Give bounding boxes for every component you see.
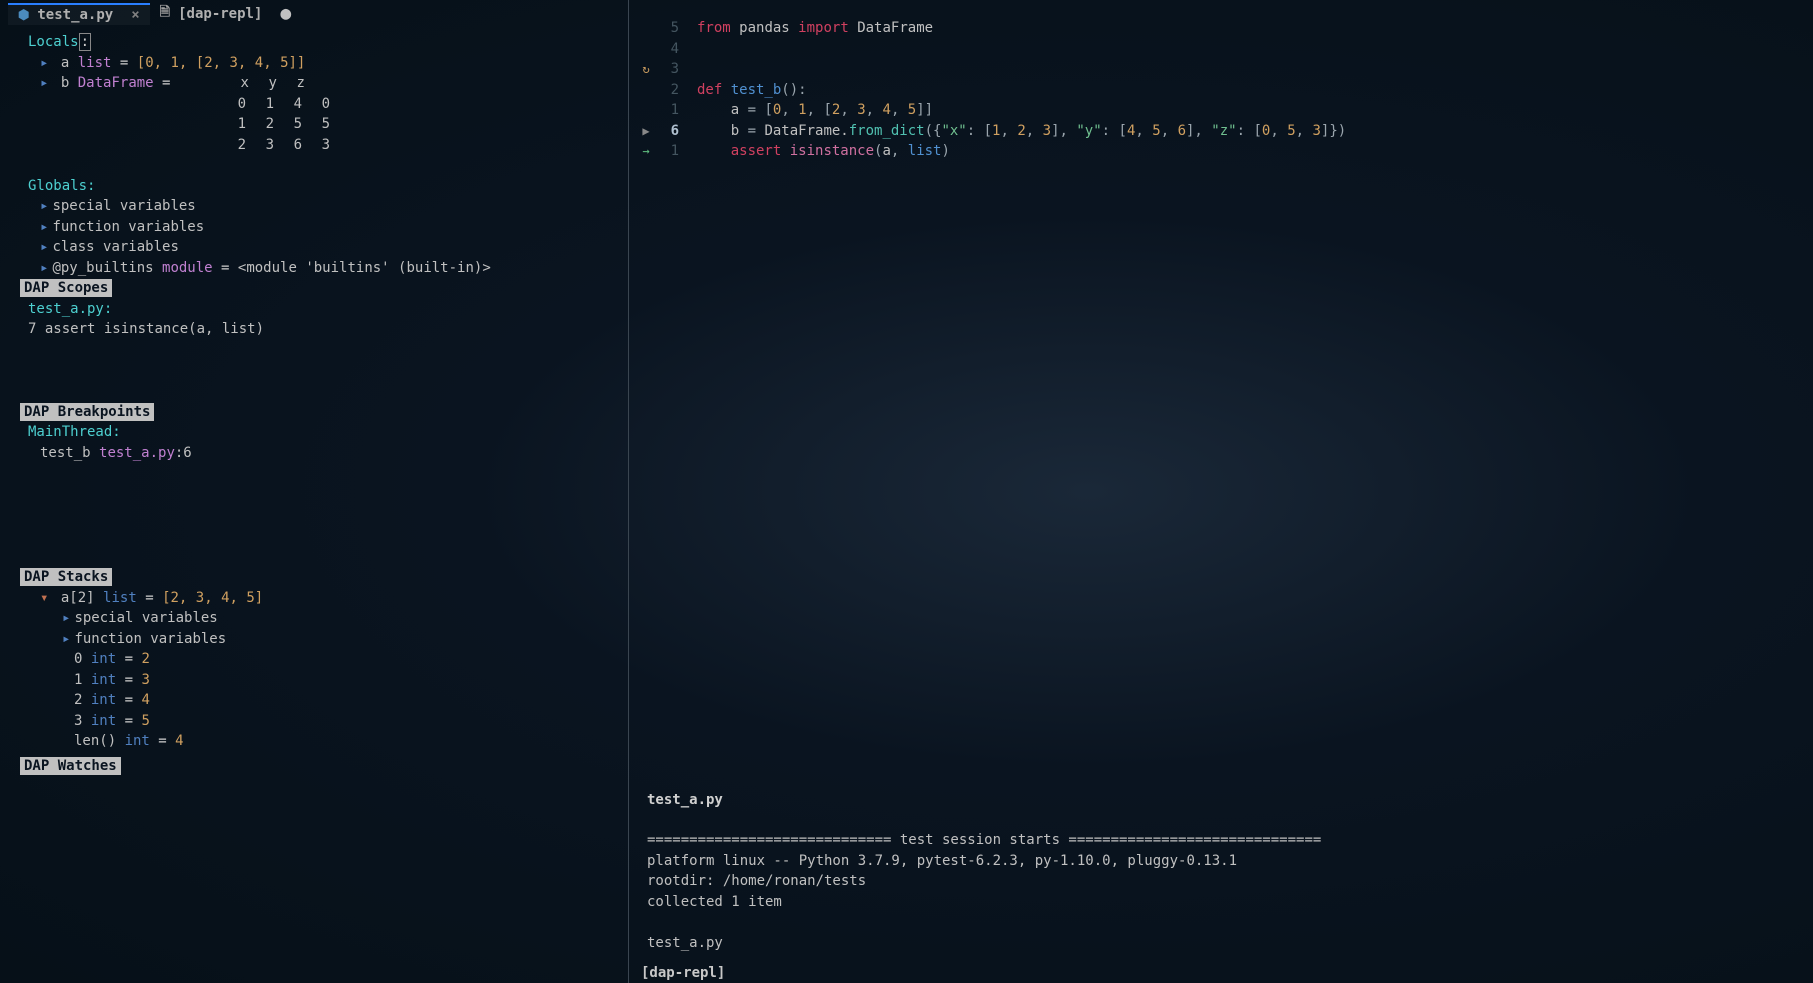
- code-editor[interactable]: 5 from pandas import DataFrame 4↻32 def tes…: [629, 0, 1813, 780]
- locals-header: Locals:: [28, 32, 620, 53]
- stack-child[interactable]: ▸function variables: [28, 629, 620, 650]
- dataframe-row: 0140: [28, 94, 620, 115]
- code-line[interactable]: 5 from pandas import DataFrame: [635, 18, 1813, 39]
- dataframe-preview: xyz: [193, 73, 305, 94]
- tab-dap-repl[interactable]: 🗎 [dap-repl] ●: [150, 1, 302, 27]
- chevron-right-icon: ▸: [62, 631, 70, 647]
- dap-stacks-header: DAP Stacks: [20, 567, 620, 588]
- dataframe-row: 1255: [28, 114, 620, 135]
- file-icon: 🗎: [160, 3, 170, 25]
- line-number: 3: [657, 59, 679, 80]
- globals-header: Globals:: [28, 176, 620, 197]
- stack-child[interactable]: len() int = 4: [28, 731, 620, 752]
- code-line[interactable]: ↻3: [635, 59, 1813, 80]
- code-line[interactable]: 4: [635, 39, 1813, 60]
- editor-panel: 5 from pandas import DataFrame 4↻32 def tes…: [628, 0, 1813, 983]
- next-line-icon: →: [635, 141, 657, 162]
- line-number: 1: [657, 141, 679, 162]
- chevron-right-icon: ▸: [40, 260, 48, 276]
- terminal-line: collected 1 item: [647, 892, 1795, 913]
- stack-var-a2[interactable]: ▾ a[2] list = [2, 3, 4, 5]: [28, 588, 620, 609]
- dap-watches-header: DAP Watches: [20, 756, 620, 777]
- terminal-line: ============================= test sessi…: [647, 830, 1795, 851]
- chevron-right-icon: ▸: [40, 75, 48, 91]
- chevron-down-icon: ▾: [40, 590, 48, 606]
- stack-child[interactable]: 0 int = 2: [28, 649, 620, 670]
- dataframe-row: 2363: [28, 135, 620, 156]
- dap-breakpoints-header: DAP Breakpoints: [20, 402, 620, 423]
- code-text: from pandas import DataFrame: [697, 18, 933, 39]
- code-text: assert isinstance(a, list): [697, 141, 950, 162]
- chevron-right-icon: ▸: [40, 239, 48, 255]
- line-number: 4: [657, 39, 679, 60]
- globals-item[interactable]: ▸special variables: [28, 196, 620, 217]
- chevron-right-icon: ▸: [62, 610, 70, 626]
- modified-indicator-icon: ●: [280, 9, 291, 19]
- scopes-file: test_a.py:: [28, 299, 620, 320]
- breakpoint-current-icon: ▶: [635, 121, 657, 142]
- terminal-line: test_a.py: [647, 933, 1795, 954]
- code-text: a = [0, 1, [2, 3, 4, 5]]: [697, 100, 933, 121]
- line-number: 2: [657, 80, 679, 101]
- globals-item[interactable]: ▸@py_builtins module = <module 'builtins…: [28, 258, 620, 279]
- code-line[interactable]: 2 def test_b():: [635, 80, 1813, 101]
- debug-scopes-content[interactable]: Locals: ▸ a list = [0, 1, [2, 3, 4, 5]] …: [0, 28, 628, 780]
- stack-child[interactable]: 3 int = 5: [28, 711, 620, 732]
- close-icon[interactable]: ×: [131, 7, 139, 23]
- code-text: def test_b():: [697, 80, 807, 101]
- scopes-line: 7 assert isinstance(a, list): [28, 319, 620, 340]
- terminal-line: platform linux -- Python 3.7.9, pytest-6…: [647, 851, 1795, 872]
- breakpoint-entry[interactable]: test_b test_a.py:6: [28, 443, 620, 464]
- line-number: 6: [657, 121, 679, 142]
- cycle-icon: ↻: [635, 59, 657, 80]
- dap-scopes-header: DAP Scopes: [20, 278, 620, 299]
- chevron-right-icon: ▸: [40, 219, 48, 235]
- locals-var-a[interactable]: ▸ a list = [0, 1, [2, 3, 4, 5]]: [28, 53, 620, 74]
- line-number: 1: [657, 100, 679, 121]
- python-icon: ⬢: [18, 8, 29, 23]
- globals-item[interactable]: ▸class variables: [28, 237, 620, 258]
- locals-var-b[interactable]: ▸ b DataFrame = xyz: [28, 73, 620, 94]
- terminal-line: rootdir: /home/ronan/tests: [647, 871, 1795, 892]
- stack-child[interactable]: 2 int = 4: [28, 690, 620, 711]
- terminal-file-title: test_a.py: [647, 790, 1795, 811]
- code-line[interactable]: 1 a = [0, 1, [2, 3, 4, 5]]: [635, 100, 1813, 121]
- tab-label: test_a.py: [37, 7, 113, 23]
- stack-child[interactable]: 1 int = 3: [28, 670, 620, 691]
- debug-sidebar: ⬢ test_a.py × 🗎 [dap-repl] ● Locals: ▸ a…: [0, 0, 628, 983]
- bottom-status-tab[interactable]: [dap-repl]: [629, 963, 1813, 983]
- code-line[interactable]: →1 assert isinstance(a, list): [635, 141, 1813, 162]
- chevron-right-icon: ▸: [40, 55, 48, 71]
- breakpoint-thread: MainThread:: [28, 422, 620, 443]
- globals-item[interactable]: ▸function variables: [28, 217, 620, 238]
- tab-test-a-py[interactable]: ⬢ test_a.py ×: [8, 3, 150, 25]
- chevron-right-icon: ▸: [40, 198, 48, 214]
- stack-child[interactable]: ▸special variables: [28, 608, 620, 629]
- code-line[interactable]: ▶6 b = DataFrame.from_dict({"x": [1, 2, …: [635, 121, 1813, 142]
- code-text: b = DataFrame.from_dict({"x": [1, 2, 3],…: [697, 121, 1346, 142]
- cursor: :: [79, 33, 91, 51]
- terminal-line: [647, 912, 1795, 933]
- line-number: 5: [657, 18, 679, 39]
- tab-bar: ⬢ test_a.py × 🗎 [dap-repl] ●: [0, 0, 628, 28]
- terminal-output[interactable]: test_a.py ============================= …: [629, 780, 1813, 964]
- tab-label: [dap-repl]: [178, 6, 262, 22]
